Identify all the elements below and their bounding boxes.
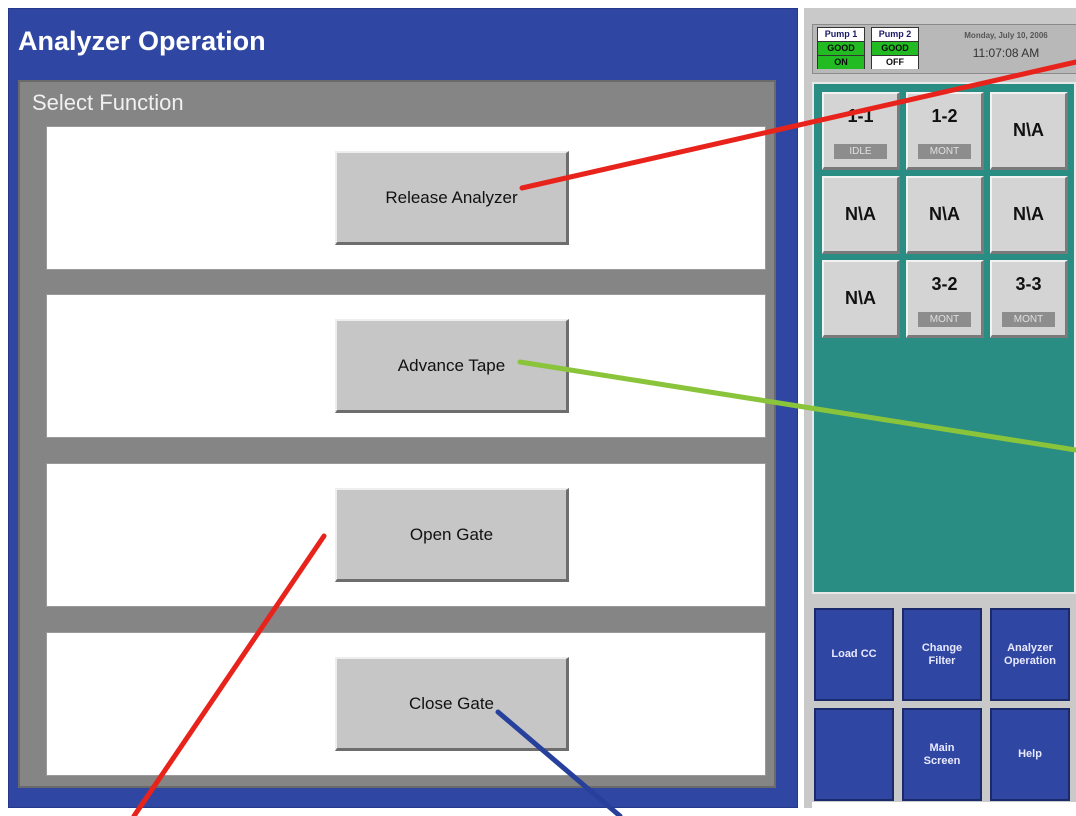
analyzer-cell-3-2[interactable]: 3-2 MONT: [906, 260, 984, 338]
bottom-margin: [812, 802, 1076, 816]
cell-status: MONT: [918, 144, 971, 159]
datetime-display: Monday, July 10, 2006 11:07:08 AM: [933, 29, 1076, 60]
blank-nav-button[interactable]: [814, 708, 894, 801]
analyzer-cell-2-3[interactable]: N\A: [990, 176, 1068, 254]
cell-label: N\A: [845, 204, 876, 224]
function-row-advance: Advance Tape: [46, 294, 766, 438]
cell-label: 1-2: [931, 106, 958, 126]
advance-tape-button[interactable]: Advance Tape: [335, 319, 569, 413]
status-bar: Pump 1 GOOD ON Pump 2 GOOD OFF Monday, J…: [812, 24, 1076, 74]
analyzer-cell-3-3[interactable]: 3-3 MONT: [990, 260, 1068, 338]
cell-label: N\A: [1013, 204, 1044, 224]
function-row-close: Close Gate: [46, 632, 766, 776]
analyzer-operation-nav-button[interactable]: Analyzer Operation: [990, 608, 1070, 701]
time-text: 11:07:08 AM: [972, 46, 1040, 60]
analyzer-cell-3-1[interactable]: N\A: [822, 260, 900, 338]
cell-label: 1-1: [847, 106, 874, 126]
date-text: Monday, July 10, 2006: [964, 31, 1048, 40]
analyzer-cell-1-1[interactable]: 1-1 IDLE: [822, 92, 900, 170]
open-gate-button[interactable]: Open Gate: [335, 488, 569, 582]
select-function-label: Select Function: [32, 90, 184, 115]
pump-1-run: ON: [818, 55, 864, 69]
cell-status: IDLE: [834, 144, 887, 159]
help-button[interactable]: Help: [990, 708, 1070, 801]
page-title: Analyzer Operation: [18, 26, 266, 56]
cell-label: N\A: [845, 288, 876, 308]
change-filter-button[interactable]: Change Filter: [902, 608, 982, 701]
cell-label: 3-3: [1015, 274, 1042, 294]
pump-1-state: GOOD: [818, 41, 864, 55]
cell-status: MONT: [1002, 312, 1055, 327]
analyzer-cell-1-2[interactable]: 1-2 MONT: [906, 92, 984, 170]
pump-2-status: Pump 2 GOOD OFF: [871, 27, 919, 69]
pump-2-name: Pump 2: [872, 28, 918, 41]
analyzer-grid: 1-1 IDLE 1-2 MONT N\A N\A N\A N\A N\A 3-…: [812, 82, 1076, 594]
pump-1-name: Pump 1: [818, 28, 864, 41]
pump-2-run: OFF: [872, 55, 918, 69]
analyzer-cell-1-3[interactable]: N\A: [990, 92, 1068, 170]
close-gate-button[interactable]: Close Gate: [335, 657, 569, 751]
load-cc-button[interactable]: Load CC: [814, 608, 894, 701]
function-row-release: Release Analyzer: [46, 126, 766, 270]
main-screen-button[interactable]: Main Screen: [902, 708, 982, 801]
analyzer-cell-2-2[interactable]: N\A: [906, 176, 984, 254]
pump-1-status: Pump 1 GOOD ON: [817, 27, 865, 69]
pump-2-state: GOOD: [872, 41, 918, 55]
analyzer-cell-2-1[interactable]: N\A: [822, 176, 900, 254]
cell-label: N\A: [1013, 120, 1044, 140]
cell-label: 3-2: [931, 274, 958, 294]
cell-status: MONT: [918, 312, 971, 327]
release-analyzer-button[interactable]: Release Analyzer: [335, 151, 569, 245]
function-row-open: Open Gate: [46, 463, 766, 607]
cell-label: N\A: [929, 204, 960, 224]
